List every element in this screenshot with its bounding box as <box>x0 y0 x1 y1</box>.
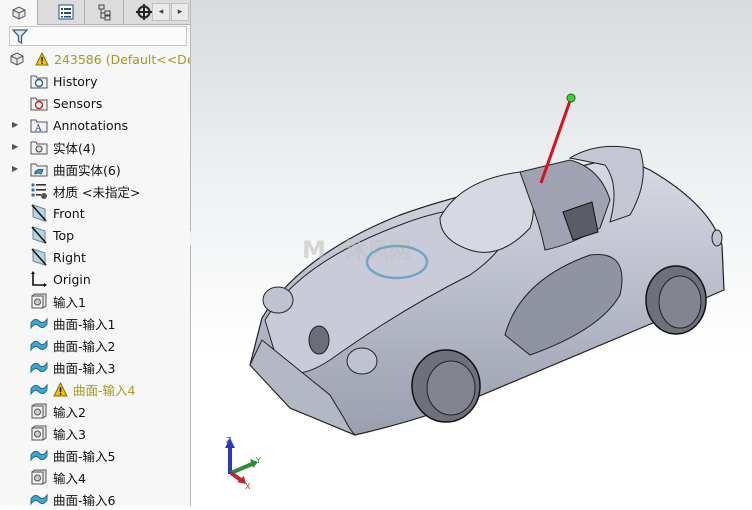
tree-item[interactable]: 实体(4) <box>30 136 96 158</box>
svg-text:沐风网: 沐风网 <box>345 239 411 264</box>
triad-y-label: Y <box>255 456 261 465</box>
tree-item-label: History <box>53 73 98 89</box>
headlight <box>346 347 378 375</box>
rear-light <box>711 229 723 247</box>
tree-root-label: 243586 (Default<<Def <box>54 51 191 67</box>
air-intake <box>308 325 330 355</box>
tab-property-manager[interactable] <box>47 0 85 24</box>
imported-body-icon <box>31 403 47 419</box>
expand-toggle[interactable]: ▶ <box>12 120 18 129</box>
solid-bodies-folder-icon <box>30 141 48 155</box>
tree-item-label: Annotations <box>53 117 129 133</box>
tree-item-label: 输入1 <box>53 294 86 310</box>
tree-item-label: 输入3 <box>53 426 86 442</box>
tree-item-label: 曲面实体(6) <box>53 162 121 178</box>
tree-item-label: Top <box>53 227 75 243</box>
filter-input[interactable] <box>9 26 187 46</box>
warning-icon <box>35 52 49 66</box>
antenna-tip <box>566 93 576 103</box>
warning-icon <box>53 381 68 396</box>
front-wheel-hub <box>426 360 476 416</box>
origin-icon <box>31 271 47 287</box>
tree-item[interactable]: 曲面-输入5 <box>30 444 115 466</box>
tree-item[interactable]: Top <box>30 224 74 246</box>
expand-toggle[interactable]: ▶ <box>12 164 18 173</box>
tree-item-label: Sensors <box>53 95 103 111</box>
tree-item-label: 曲面-输入3 <box>53 360 116 376</box>
part-icon <box>10 52 24 66</box>
tree-item[interactable]: 曲面-输入6 <box>30 488 115 506</box>
history-folder-icon <box>30 75 48 89</box>
tree-root[interactable]: 243586 (Default<<Def <box>8 48 191 70</box>
sensors-folder-icon <box>30 97 48 111</box>
tree-item-label: 曲面-输入4 <box>73 382 136 398</box>
tree-item[interactable]: Front <box>30 202 85 224</box>
plane-icon <box>31 204 47 222</box>
expand-toggle[interactable]: ▶ <box>12 142 18 151</box>
surface-icon <box>30 361 48 374</box>
tab-feature-manager[interactable] <box>0 0 38 25</box>
plane-icon <box>31 226 47 244</box>
tree-item[interactable]: 材质 <未指定> <box>30 180 140 202</box>
material-icon <box>31 183 47 199</box>
triad-z-label: Z <box>226 436 232 445</box>
tree-item-label: 曲面-输入6 <box>53 492 116 507</box>
tree-item-label: 输入4 <box>53 470 86 486</box>
tree-item-label: 曲面-输入1 <box>53 316 116 332</box>
tree-item-label: 实体(4) <box>53 140 96 156</box>
configuration-icon <box>98 4 110 21</box>
property-list-icon <box>58 4 73 20</box>
tree-item[interactable]: 曲面-输入3 <box>30 356 115 378</box>
tree-item[interactable]: Origin <box>30 268 91 290</box>
tab-configuration-manager[interactable] <box>86 0 124 24</box>
tree-item[interactable]: 曲面实体(6) <box>30 158 121 180</box>
rear-wheel-hub <box>658 275 702 329</box>
tree-item-label: 曲面-输入5 <box>53 448 116 464</box>
surface-icon <box>30 383 48 396</box>
surface-icon <box>30 317 48 330</box>
tree-item[interactable]: 输入3 <box>30 422 86 444</box>
tab-scroll-left-button[interactable]: ◂ <box>152 3 170 21</box>
imported-body-icon <box>31 293 47 309</box>
headlight <box>262 286 294 314</box>
tab-scroll-right-button[interactable]: ▸ <box>171 3 189 21</box>
feature-manager-panel: ◂ ▸ 243586 (Default<<Def History Sensors ▶… <box>0 0 191 506</box>
graphics-viewport[interactable]: M 沐风网 Z Y X <box>191 0 752 506</box>
view-triad: Z Y X <box>225 436 261 491</box>
part-icon <box>12 5 25 20</box>
tree-item[interactable]: 曲面-输入2 <box>30 334 115 356</box>
surface-icon <box>30 449 48 462</box>
tree-item-label: 曲面-输入2 <box>53 338 116 354</box>
crosshair-icon <box>136 4 152 20</box>
tree-item-label: 材质 <未指定> <box>53 184 141 200</box>
surface-icon <box>30 493 48 506</box>
tree-item-label: 输入2 <box>53 404 86 420</box>
tree-item[interactable]: 曲面-输入4 <box>30 378 135 400</box>
tree-item[interactable]: 输入2 <box>30 400 86 422</box>
svg-text:M: M <box>302 236 326 264</box>
filter-icon <box>12 29 28 45</box>
tree-item-label: Right <box>53 249 86 265</box>
tree-item[interactable]: A Annotations <box>30 114 128 136</box>
tree-item[interactable]: History <box>30 70 97 92</box>
triad-x-label: X <box>245 482 251 491</box>
svg-text:A: A <box>34 124 42 134</box>
tree-item[interactable]: 曲面-输入1 <box>30 312 115 334</box>
surface-icon <box>30 339 48 352</box>
plane-icon <box>31 248 47 266</box>
imported-body-icon <box>31 425 47 441</box>
tree-item-label: Origin <box>53 271 91 287</box>
manager-tabs: ◂ ▸ <box>0 0 190 25</box>
imported-body-icon <box>31 469 47 485</box>
tree-item[interactable]: Sensors <box>30 92 102 114</box>
tree-item[interactable]: Right <box>30 246 86 268</box>
car-model[interactable]: M 沐风网 Z Y X <box>191 0 752 506</box>
tree-item[interactable]: 输入1 <box>30 290 86 312</box>
tree-item[interactable]: 输入4 <box>30 466 86 488</box>
surface-bodies-folder-icon <box>30 163 48 177</box>
tree-item-label: Front <box>53 205 85 221</box>
annotations-folder-icon: A <box>30 119 48 134</box>
